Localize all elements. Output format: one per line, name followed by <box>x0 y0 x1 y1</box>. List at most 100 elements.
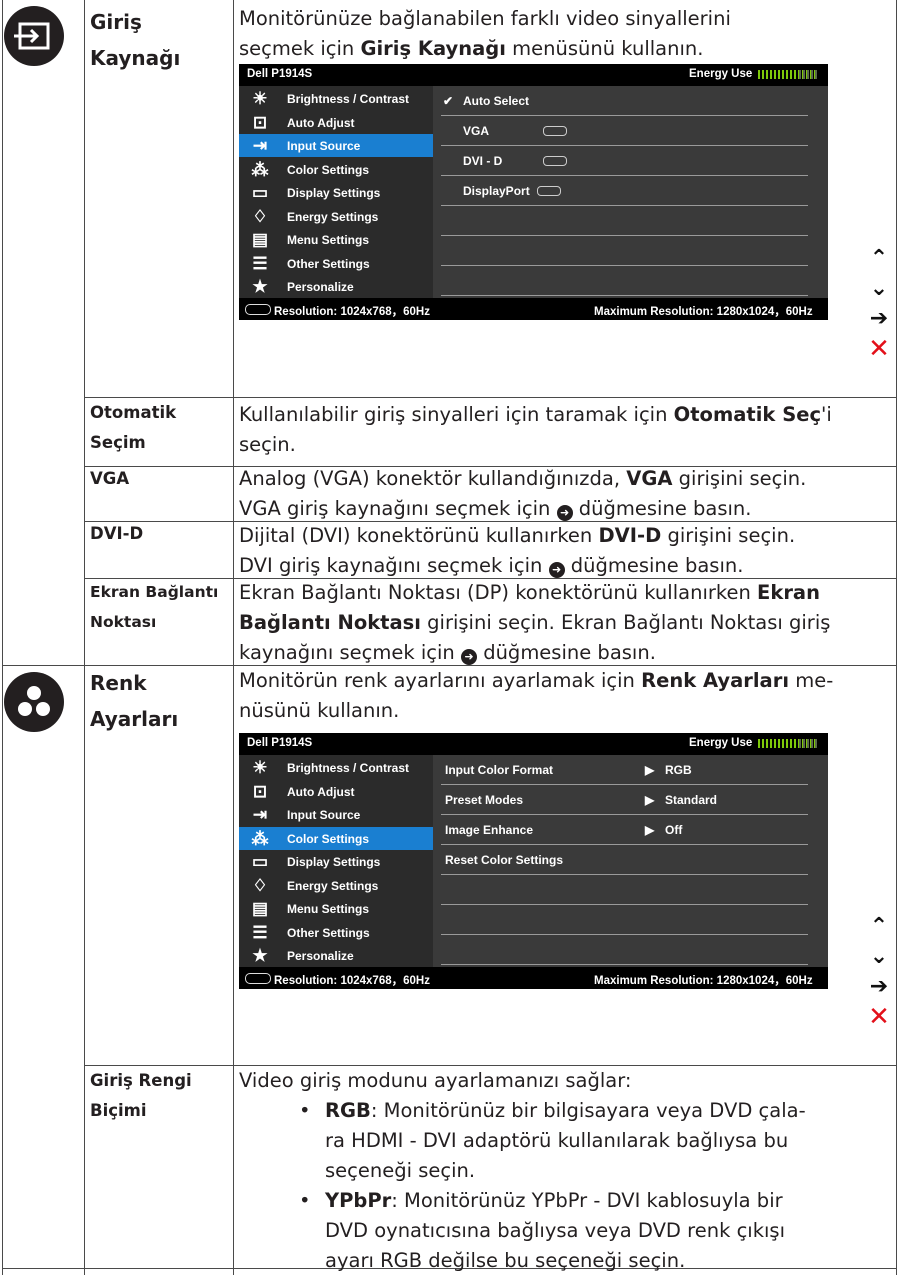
model-name: Dell P1914S <box>247 737 313 749</box>
other-settings-icon: ☰ <box>252 922 268 942</box>
up-arrow-button[interactable]: ⌃ <box>864 912 894 942</box>
menu-item-label: Input Source <box>287 808 361 822</box>
option-image-enhance[interactable]: Image Enhance ▶ Off <box>433 815 828 845</box>
energy-meter-dim <box>799 70 818 79</box>
menu-item-color-settings[interactable]: ⁂ Color Settings <box>239 158 433 181</box>
table-border-left <box>2 0 3 1275</box>
desc-displayport: Ekran Bağlantı Noktası (DP) konektörünü … <box>239 578 887 668</box>
menu-item-label: Display Settings <box>287 855 381 869</box>
section-title-color: Renk Ayarları <box>90 665 230 737</box>
option-dvi[interactable]: DVI - D <box>433 146 828 176</box>
menu-item-menu-settings[interactable]: ▤ Menu Settings <box>239 228 433 251</box>
right-arrow-button[interactable]: ➔ <box>864 972 894 1002</box>
bold-term: VGA <box>626 467 673 490</box>
desc-line: seçin. <box>239 433 296 456</box>
menu-item-label: Auto Adjust <box>287 115 355 130</box>
menu-item-input-source[interactable]: ⇥ Input Source <box>239 134 433 157</box>
menu-item-brightness[interactable]: ☀ Brightness / Contrast <box>239 756 433 779</box>
text: girişini seçin. <box>661 524 796 547</box>
max-resolution: Maximum Resolution: 1280x1024，60Hz <box>594 306 813 318</box>
menu-item-personalize[interactable]: ★ Personalize <box>239 944 433 967</box>
bullet: • <box>299 1189 311 1212</box>
option-label: VGA <box>463 124 490 138</box>
text: : Monitörünüz bir bilgisayara veya DVD ç… <box>370 1099 806 1122</box>
option-empty <box>433 206 828 236</box>
menu-item-display-settings[interactable]: ▭ Display Settings <box>239 181 433 204</box>
menu-item-energy-settings[interactable]: ♢ Energy Settings <box>239 205 433 228</box>
down-arrow-button[interactable]: ⌄ <box>864 942 894 972</box>
color-settings-icon: ⁂ <box>251 828 269 848</box>
osd-header: Dell P1914S Energy Use <box>239 64 828 86</box>
text: Kullanılabilir giriş sinyalleri için tar… <box>239 403 674 426</box>
current-resolution: Resolution: 1024x768，60Hz <box>274 975 430 987</box>
term-line: Noktası <box>90 613 157 631</box>
term-auto-select: Otomatik Seçim <box>90 398 230 458</box>
menu-item-label: Personalize <box>287 280 354 294</box>
personalize-icon: ★ <box>252 946 268 965</box>
menu-item-label: Other Settings <box>287 256 370 271</box>
text: seçeneği seçin. <box>325 1159 476 1182</box>
option-label: Auto Select <box>463 94 530 108</box>
menu-item-brightness[interactable]: ☀ Brightness / Contrast <box>239 87 433 110</box>
menu-item-other-settings[interactable]: ☰ Other Settings <box>239 252 433 275</box>
option-preset-modes[interactable]: Preset Modes ▶ Standard <box>433 785 828 815</box>
menu-item-other-settings[interactable]: ☰ Other Settings <box>239 921 433 944</box>
right-arrow-button[interactable]: ➔ <box>864 304 894 334</box>
menu-item-auto-adjust[interactable]: ⊡ Auto Adjust <box>239 111 433 134</box>
desc-line: Analog (VGA) konektör kullandığınızda, V… <box>239 464 887 494</box>
right-arrow-button-icon: ➜ <box>548 562 565 578</box>
close-button[interactable]: ✕ <box>864 1002 894 1032</box>
desc-line: Dijital (DVI) konektörünü kullanırken DV… <box>239 521 887 551</box>
menu-item-color-settings[interactable]: ⁂ Color Settings <box>239 826 433 850</box>
option-auto-select[interactable]: ✔ Auto Select <box>433 86 828 116</box>
title-line: Ayarları <box>90 707 179 731</box>
right-arrow-button-icon: ➜ <box>461 649 477 665</box>
desc-line: Bağlantı Noktası girişini seçin. Ekran B… <box>239 608 887 638</box>
menu-item-input-source[interactable]: ⇥ Input Source <box>239 803 433 826</box>
submenu-arrow-icon: ▶ <box>645 823 655 837</box>
desc-input-color-format: Video giriş modunu ayarlamanızı sağlar: <box>239 1069 632 1092</box>
option-label: DVI - D <box>463 154 503 168</box>
down-arrow-button[interactable]: ⌄ <box>864 274 894 304</box>
submenu-arrow-icon: ▶ <box>645 763 655 777</box>
menu-item-menu-settings[interactable]: ▤ Menu Settings <box>239 897 433 920</box>
close-button[interactable]: ✕ <box>864 334 894 364</box>
title-line: Kaynağı <box>90 46 181 70</box>
option-label: Reset Color Settings <box>445 853 564 867</box>
desc-line: nüsünü kullanın. <box>239 699 400 722</box>
list-item: • RGB: Monitörünüz bir bilgisayara veya D… <box>239 1096 883 1186</box>
text: Analog (VGA) konektör kullandığınızda, <box>239 467 627 490</box>
option-label: Image Enhance <box>445 823 534 837</box>
option-vga[interactable]: VGA <box>433 116 828 146</box>
text: Dijital (DVI) konektörünü kullanırken <box>239 524 599 547</box>
energy-label: Energy Use <box>689 737 753 749</box>
page: Giriş Kaynağı Monitörünüze bağlanabilen … <box>0 0 899 1275</box>
menu-item-display-settings[interactable]: ▭ Display Settings <box>239 850 433 873</box>
menu-item-energy-settings[interactable]: ♢ Energy Settings <box>239 874 433 897</box>
menu-item-label: Auto Adjust <box>287 784 355 799</box>
text: DVD oynatıcısına bağlıysa veya DVD renk … <box>325 1219 785 1242</box>
up-arrow-button[interactable]: ⌃ <box>864 244 894 274</box>
text: ra HDMI - DVI adaptörü kullanılarak bağl… <box>325 1129 789 1152</box>
option-reset-color[interactable]: Reset Color Settings <box>433 845 828 875</box>
input-source-icon: ⇥ <box>252 805 268 824</box>
option-input-color-format[interactable]: Input Color Format ▶ RGB <box>433 755 828 785</box>
text: DVI giriş kaynağını seçmek için <box>239 554 549 577</box>
menu-item-auto-adjust[interactable]: ⊡ Auto Adjust <box>239 780 433 803</box>
term-line: DVI-D <box>90 524 144 543</box>
menu-settings-icon: ▤ <box>251 230 269 249</box>
desc-line: Ekran Bağlantı Noktası (DP) konektörünü … <box>239 578 887 608</box>
option-label: Input Color Format <box>445 763 553 777</box>
connector-icon <box>245 304 271 315</box>
text: menüsünü kullanın. <box>505 37 704 60</box>
menu-item-personalize[interactable]: ★ Personalize <box>239 275 433 298</box>
term-line: Giriş Rengi <box>90 1071 192 1090</box>
input-source-section-icon <box>4 6 64 66</box>
text: Ekran Bağlantı Noktası (DP) konektörünü … <box>239 581 758 604</box>
menu-settings-icon: ▤ <box>251 899 269 918</box>
input-source-icon: ⇥ <box>252 136 268 155</box>
option-displayport[interactable]: DisplayPort <box>433 176 828 206</box>
text: düğmesine basın. <box>564 554 744 577</box>
bold-term: Otomatik Seç <box>673 403 822 426</box>
max-resolution: Maximum Resolution: 1280x1024，60Hz <box>594 975 813 987</box>
